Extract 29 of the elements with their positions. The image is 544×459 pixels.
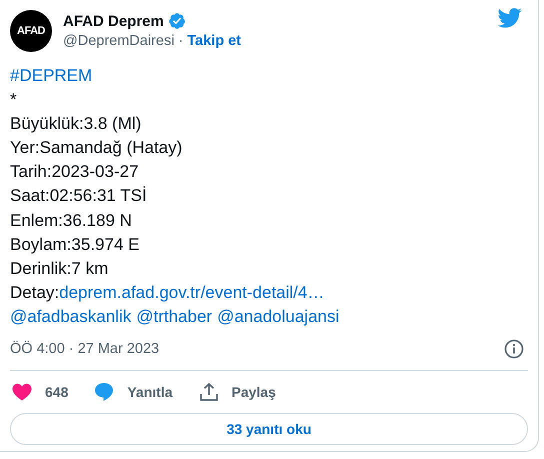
hashtag-link[interactable]: #DEPREM	[10, 64, 92, 88]
url-link[interactable]: deprem.afad.gov.tr/event-detail/4…	[59, 282, 324, 302]
follow-link[interactable]: Takip et	[187, 33, 241, 49]
share-icon[interactable]	[198, 382, 218, 402]
bird-icon	[498, 8, 522, 28]
separator-dot: ·	[178, 33, 184, 49]
tweet-text-line: Boylam:35.974 E	[10, 234, 140, 256]
tweet-text-line: Derinlik:7 km	[10, 258, 108, 280]
read-replies-button[interactable]: 33 yanıtı oku	[10, 413, 528, 446]
tweet-text-line: Tarih:2023-03-27	[10, 161, 139, 184]
author-handle[interactable]: @DepremDairesi	[63, 33, 174, 49]
tweet-text-line: Saat:02:56:31 TSİ	[10, 185, 147, 208]
like-count[interactable]: 648	[45, 384, 68, 400]
tweet-text-line: Yer:Samandağ (Hatay)	[10, 137, 182, 160]
speech-bubble-icon[interactable]	[94, 382, 114, 402]
mention-link[interactable]: @trthaber	[136, 304, 212, 330]
author-name[interactable]: AFAD Deprem	[63, 12, 164, 30]
info-icon[interactable]	[504, 339, 524, 360]
reply-label[interactable]: Yanıtla	[127, 384, 172, 400]
avatar-logo[interactable]: AFAD	[10, 10, 52, 52]
tweet-text-line: *	[10, 89, 17, 112]
timestamp[interactable]: ÖÖ 4:00 · 27 Mar 2023	[10, 341, 160, 358]
mention-link[interactable]: @afadbaskanlik	[10, 304, 132, 330]
tweet-text-line: Büyüklük:3.8 (Ml)	[10, 113, 142, 136]
mention-link[interactable]: @anadoluajansi	[217, 304, 340, 330]
tweet-text-line: Enlem:36.189 N	[10, 210, 132, 232]
tweet-text-line: Detay:deprem.afad.gov.tr/event-detail/4…	[10, 282, 324, 304]
share-label[interactable]: Paylaş	[232, 384, 276, 400]
heart-icon[interactable]	[12, 383, 32, 402]
